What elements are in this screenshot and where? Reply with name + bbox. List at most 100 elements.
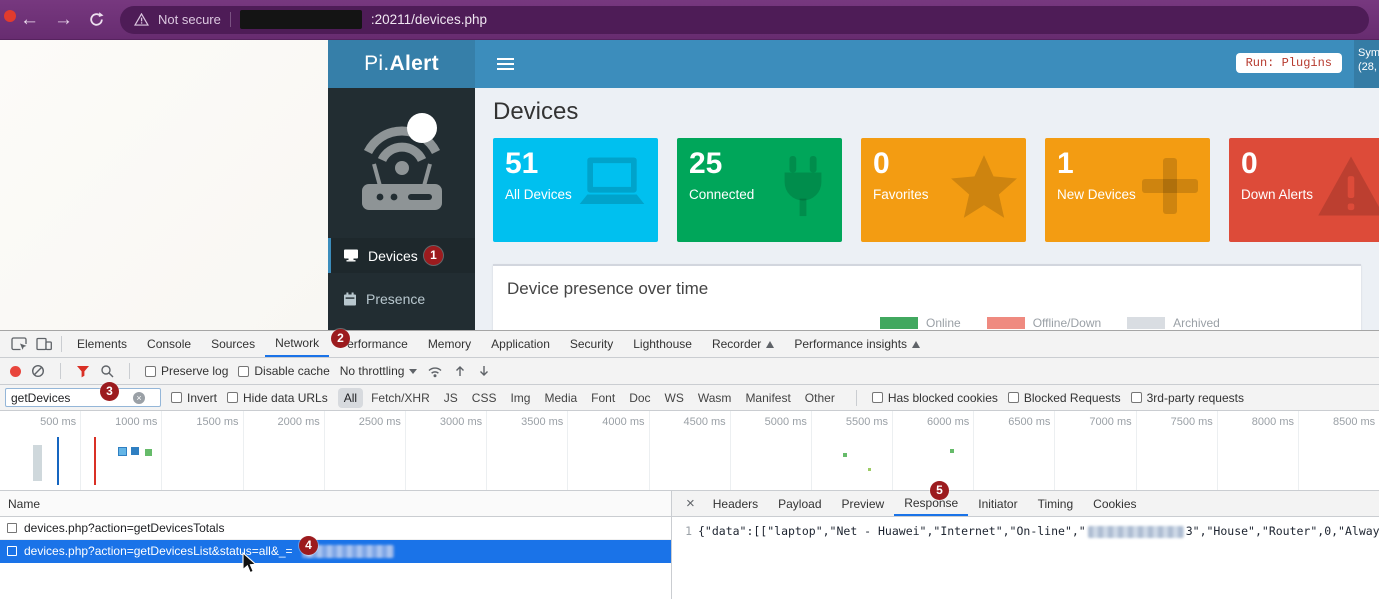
- pialert-main: Run: Plugins Sym (28, Devices 51 All Dev…: [475, 40, 1379, 330]
- stat-card-new-devices[interactable]: 1 New Devices: [1045, 138, 1210, 242]
- checkbox-icon[interactable]: [238, 366, 249, 377]
- response-body-viewer[interactable]: 1 {"data":[["laptop","Net - Huawei","Int…: [672, 517, 1379, 599]
- devtools-tab-memory[interactable]: Memory: [418, 331, 481, 357]
- device-toolbar-icon[interactable]: [31, 333, 56, 355]
- sidebar-item-devices[interactable]: Devices: [328, 238, 475, 273]
- filter-funnel-icon[interactable]: [76, 365, 90, 378]
- devtools-tab-application[interactable]: Application: [481, 331, 560, 357]
- address-bar[interactable]: Not secure :20211/devices.php: [120, 6, 1369, 34]
- timeline-tick-label: 8000 ms: [1252, 416, 1294, 428]
- tab-label: Payload: [778, 497, 821, 511]
- devtools-tab-console[interactable]: Console: [137, 331, 201, 357]
- run-plugins-button[interactable]: Run: Plugins: [1236, 53, 1342, 73]
- checkbox-icon[interactable]: [1131, 392, 1142, 403]
- checkbox-icon[interactable]: [171, 392, 182, 403]
- request-checkbox[interactable]: [7, 546, 17, 556]
- chip-other[interactable]: Other: [799, 388, 841, 408]
- chip-css[interactable]: CSS: [466, 388, 503, 408]
- detail-tab-preview[interactable]: Preview: [832, 491, 895, 516]
- toolbar-separator: [60, 363, 61, 379]
- devtools-tab-recorder[interactable]: Recorder: [702, 331, 784, 357]
- search-icon[interactable]: [100, 364, 114, 378]
- chip-wasm[interactable]: Wasm: [692, 388, 738, 408]
- screen: ← → Not secure :20211/devices.php Pi.Ale…: [0, 0, 1379, 599]
- preserve-log-checkbox[interactable]: Preserve log: [145, 364, 228, 378]
- detail-tab-timing[interactable]: Timing: [1028, 491, 1084, 516]
- throttling-value: No throttling: [340, 364, 405, 378]
- inspect-element-icon[interactable]: [6, 333, 31, 355]
- hamburger-menu-icon[interactable]: [497, 58, 514, 70]
- request-detail-tabs: × Headers Payload Preview Response Initi…: [672, 491, 1379, 517]
- clear-network-log-icon[interactable]: [31, 364, 45, 378]
- chip-ws[interactable]: WS: [659, 388, 690, 408]
- throttling-dropdown[interactable]: No throttling: [340, 364, 418, 378]
- disable-cache-checkbox[interactable]: Disable cache: [238, 364, 329, 378]
- legend-item-online[interactable]: Online: [880, 316, 961, 330]
- import-har-up-arrow-icon[interactable]: [453, 364, 467, 378]
- chip-js[interactable]: JS: [438, 388, 464, 408]
- stat-card-down-alerts[interactable]: 0 Down Alerts: [1229, 138, 1379, 242]
- chip-font[interactable]: Font: [585, 388, 621, 408]
- clear-filter-icon[interactable]: ×: [133, 392, 145, 404]
- forward-icon[interactable]: →: [54, 10, 73, 29]
- devtools-tab-sources[interactable]: Sources: [201, 331, 265, 357]
- pialert-logo[interactable]: Pi.Alert: [328, 40, 475, 88]
- invert-checkbox[interactable]: Invert: [171, 391, 217, 405]
- stat-card-all-devices[interactable]: 51 All Devices: [493, 138, 658, 242]
- back-icon[interactable]: ←: [20, 10, 39, 29]
- red-dot-indicator: [4, 10, 16, 22]
- detail-tab-headers[interactable]: Headers: [703, 491, 768, 516]
- request-row-get-devices-totals[interactable]: devices.php?action=getDevicesTotals: [0, 517, 671, 540]
- timeline-tick-label: 5500 ms: [846, 416, 888, 428]
- hide-data-urls-checkbox[interactable]: Hide data URLs: [227, 391, 328, 405]
- chip-img[interactable]: Img: [504, 388, 536, 408]
- close-icon[interactable]: ×: [678, 495, 703, 512]
- timeline-tick-label: 6500 ms: [1008, 416, 1050, 428]
- request-detail-pane: × Headers Payload Preview Response Initi…: [672, 491, 1379, 599]
- checkbox-icon[interactable]: [1008, 392, 1019, 403]
- brand-prefix: Pi.: [364, 52, 389, 76]
- devtools-tab-network[interactable]: Network: [265, 331, 329, 357]
- stat-card-favorites[interactable]: 0 Favorites: [861, 138, 1026, 242]
- detail-tab-cookies[interactable]: Cookies: [1083, 491, 1146, 516]
- devtools-tab-security[interactable]: Security: [560, 331, 623, 357]
- export-har-down-arrow-icon[interactable]: [477, 364, 491, 378]
- detail-tab-initiator[interactable]: Initiator: [968, 491, 1027, 516]
- timeline-tick-label: 500 ms: [40, 416, 76, 428]
- request-checkbox[interactable]: [7, 523, 17, 533]
- detail-tab-payload[interactable]: Payload: [768, 491, 831, 516]
- checkbox-icon[interactable]: [145, 366, 156, 377]
- stat-card-connected[interactable]: 25 Connected: [677, 138, 842, 242]
- network-overview-timeline[interactable]: 500 ms 1000 ms 1500 ms 2000 ms 2500 ms 3…: [0, 411, 1379, 491]
- requests-name-column-header[interactable]: Name: [0, 491, 671, 517]
- checkbox-icon[interactable]: [227, 392, 238, 403]
- tab-label: Elements: [77, 337, 127, 351]
- user-menu[interactable]: Sym (28,: [1354, 40, 1379, 88]
- filter-input[interactable]: ×: [5, 388, 161, 407]
- legend-item-archived[interactable]: Archived: [1127, 316, 1220, 330]
- request-row-get-devices-list[interactable]: devices.php?action=getDevicesList&status…: [0, 540, 671, 563]
- chip-doc[interactable]: Doc: [623, 388, 656, 408]
- devtools-tab-lighthouse[interactable]: Lighthouse: [623, 331, 702, 357]
- checkbox-icon[interactable]: [872, 392, 883, 403]
- checkbox-label: Hide data URLs: [243, 391, 328, 405]
- record-network-log-icon[interactable]: [10, 366, 21, 377]
- timeline-tick: 2000 ms: [244, 411, 325, 490]
- sidebar-item-presence[interactable]: Presence: [328, 281, 475, 316]
- chip-manifest[interactable]: Manifest: [739, 388, 796, 408]
- devtools-tab-performance-insights[interactable]: Performance insights: [784, 331, 930, 357]
- tab-label: Headers: [713, 497, 758, 511]
- chip-media[interactable]: Media: [538, 388, 583, 408]
- network-conditions-wifi-icon[interactable]: [427, 365, 443, 378]
- blocked-requests-checkbox[interactable]: Blocked Requests: [1008, 391, 1121, 405]
- stat-cards-row: 51 All Devices 25 Connected: [493, 138, 1379, 242]
- url-text: :20211/devices.php: [371, 12, 487, 27]
- chip-fetch-xhr[interactable]: Fetch/XHR: [365, 388, 436, 408]
- chip-all[interactable]: All: [338, 388, 363, 408]
- legend-item-offline[interactable]: Offline/Down: [987, 316, 1101, 330]
- has-blocked-cookies-checkbox[interactable]: Has blocked cookies: [872, 391, 998, 405]
- devtools-tab-elements[interactable]: Elements: [67, 331, 137, 357]
- refresh-icon[interactable]: [88, 11, 105, 28]
- timeline-tick-label: 6000 ms: [927, 416, 969, 428]
- third-party-requests-checkbox[interactable]: 3rd-party requests: [1131, 391, 1244, 405]
